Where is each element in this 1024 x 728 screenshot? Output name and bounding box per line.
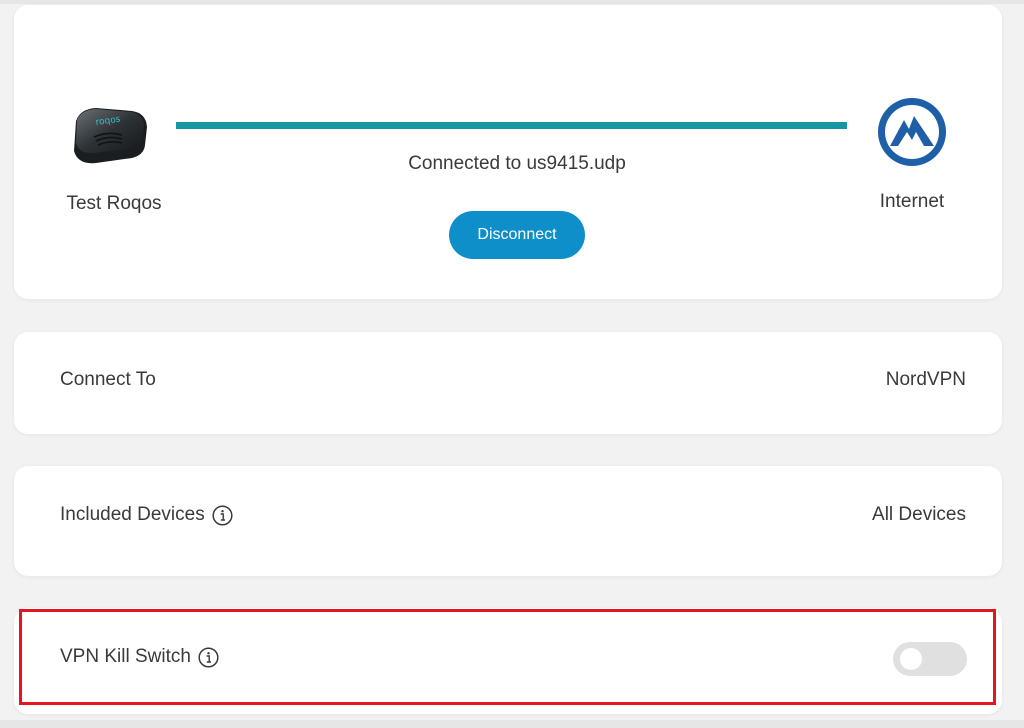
connect-to-row[interactable]: Connect To NordVPN <box>14 332 1002 434</box>
connection-status-text: Connected to us9415.udp <box>408 153 626 174</box>
included-devices-label-group: Included Devices <box>60 504 233 526</box>
connection-line <box>176 122 847 129</box>
kill-switch-label: VPN Kill Switch <box>60 646 191 667</box>
device-label: Test Roqos <box>66 193 162 214</box>
included-devices-value[interactable]: All Devices <box>872 504 966 526</box>
disconnect-button[interactable]: Disconnect <box>449 211 585 259</box>
info-icon[interactable] <box>212 504 233 526</box>
top-edge <box>0 0 1024 4</box>
nordvpn-logo-icon <box>878 98 946 166</box>
vpn-kill-switch-row: VPN Kill Switch <box>14 608 1002 714</box>
router-icon: roqos <box>66 105 150 167</box>
toggle-knob <box>900 648 922 670</box>
kill-switch-label-group: VPN Kill Switch <box>60 646 219 668</box>
bottom-edge <box>0 720 1024 728</box>
internet-label: Internet <box>879 191 945 212</box>
included-devices-row[interactable]: Included Devices All Devices <box>14 466 1002 576</box>
connection-status-card: roqos Test Roqos Connected to us9415.udp… <box>14 5 1002 299</box>
kill-switch-toggle[interactable] <box>893 642 967 676</box>
connect-to-label: Connect To <box>60 369 156 390</box>
connect-to-value[interactable]: NordVPN <box>886 369 966 391</box>
included-devices-label: Included Devices <box>60 504 205 525</box>
info-icon[interactable] <box>198 646 219 668</box>
